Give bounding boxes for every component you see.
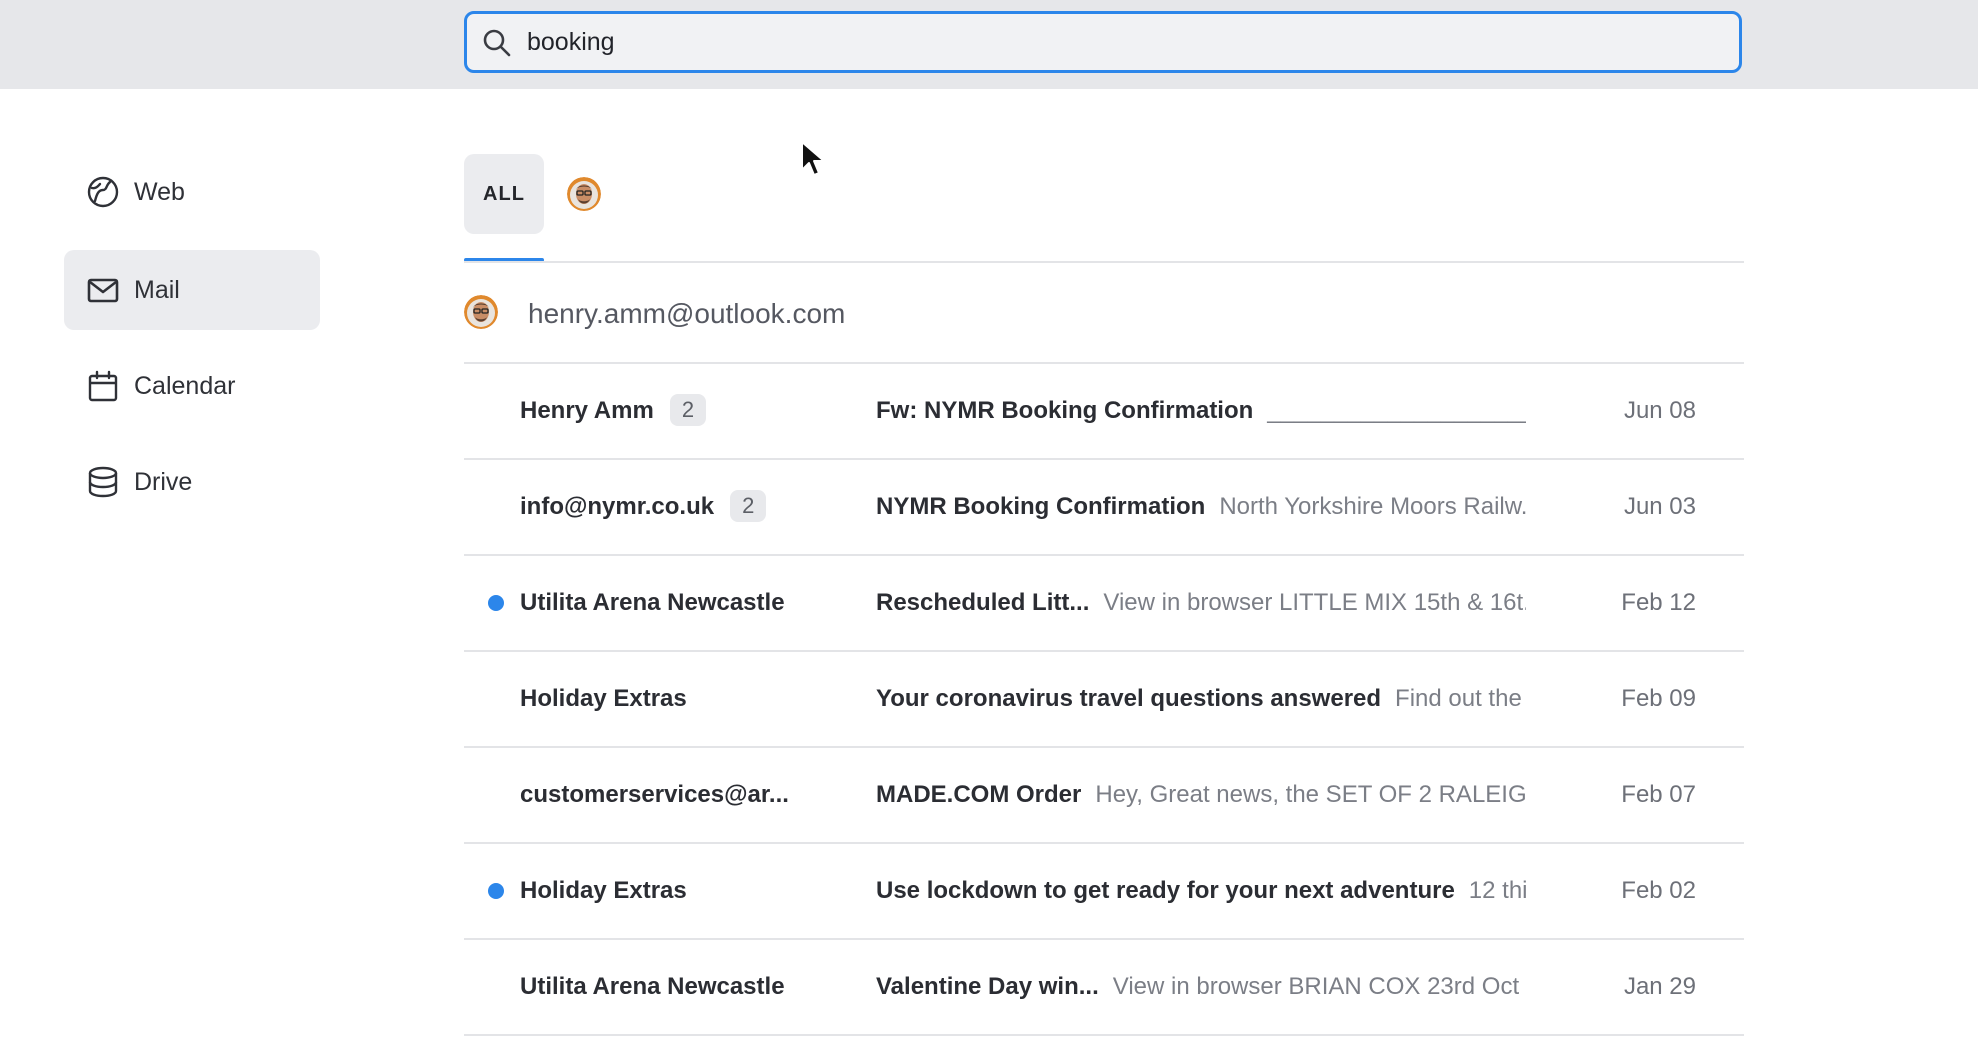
tabs-divider xyxy=(464,261,1744,263)
mail-date: Jun 03 xyxy=(1623,493,1696,520)
mail-icon xyxy=(87,278,119,303)
sender-cell: info@nymr.co.uk 2 xyxy=(520,460,767,554)
mail-date: Jun 08 xyxy=(1623,397,1696,424)
sender-name: Holiday Extras xyxy=(520,877,687,904)
mail-subject: MADE.COM Order xyxy=(876,781,1082,808)
sender-cell: Holiday Extras xyxy=(520,652,687,746)
mail-subject: Rescheduled Litt... xyxy=(876,589,1090,616)
mail-date: Feb 07 xyxy=(1621,781,1696,808)
account-avatar xyxy=(464,295,498,334)
sender-name: Holiday Extras xyxy=(520,685,687,712)
mail-row[interactable]: Henry Amm 2 Fw: NYMR Booking Confirmation… xyxy=(464,364,1744,460)
mail-date: Feb 02 xyxy=(1621,877,1696,904)
mail-snippet: View in browser BRIAN COX 23rd Oct ... xyxy=(1112,973,1526,1000)
mail-subject: Fw: NYMR Booking Confirmation xyxy=(876,397,1254,424)
database-icon xyxy=(88,466,118,498)
mail-snippet: ________________________... xyxy=(1267,397,1526,424)
mail-row[interactable]: Utilita Arena Newcastle Rescheduled Litt… xyxy=(464,556,1744,652)
subject-cell: Use lockdown to get ready for your next … xyxy=(876,844,1526,938)
subject-cell: Valentine Day win... View in browser BRIA… xyxy=(876,940,1526,1034)
unread-indicator xyxy=(488,595,504,611)
thread-count-badge: 2 xyxy=(669,393,707,426)
sender-name: Utilita Arena Newcastle xyxy=(520,973,785,1000)
sender-cell: Holiday Extras xyxy=(520,844,687,938)
thread-count-badge: 2 xyxy=(730,489,767,522)
mail-list: Henry Amm 2 Fw: NYMR Booking Confirmation… xyxy=(464,364,1744,1036)
mail-row[interactable]: Holiday Extras Your coronavirus travel q… xyxy=(464,652,1744,748)
sender-name: Henry Amm xyxy=(520,397,654,424)
mail-subject: Valentine Day win... xyxy=(876,973,1099,1000)
search-icon xyxy=(483,29,511,57)
sender-cell: Utilita Arena Newcastle xyxy=(520,940,785,1034)
avatar xyxy=(464,295,498,329)
subject-cell: MADE.COM Order Hey, Great news, the SET O… xyxy=(876,748,1526,842)
sidebar-item-label: Calendar xyxy=(134,371,236,400)
mail-row[interactable]: info@nymr.co.uk 2 NYMR Booking Confirmati… xyxy=(464,460,1744,556)
sidebar-item-drive[interactable]: Drive xyxy=(64,442,320,522)
unread-indicator xyxy=(488,883,504,899)
sidebar-item-calendar[interactable]: Calendar xyxy=(64,346,320,426)
mail-row[interactable]: Holiday Extras Use lockdown to get ready… xyxy=(464,844,1744,940)
tab-all-label: ALL xyxy=(483,182,525,205)
sidebar-item-label: Mail xyxy=(134,275,180,304)
mail-subject: Use lockdown to get ready for your next … xyxy=(876,877,1455,904)
sender-cell: customerservices@ar... xyxy=(520,748,789,842)
sidebar-item-web[interactable]: Web xyxy=(64,152,320,232)
avatar xyxy=(567,177,601,211)
mail-date: Feb 09 xyxy=(1621,685,1696,712)
sidebar-item-mail[interactable]: Mail xyxy=(64,250,320,330)
sidebar-item-label: Web xyxy=(134,177,185,206)
subject-cell: NYMR Booking Confirmation North Yorkshire… xyxy=(876,460,1526,554)
calendar-icon xyxy=(88,370,118,402)
subject-cell: Your coronavirus travel questions answer… xyxy=(876,652,1526,746)
sender-name: customerservices@ar... xyxy=(520,781,789,808)
subject-cell: Fw: NYMR Booking Confirmation ___________… xyxy=(876,364,1526,458)
mail-row[interactable]: customerservices@ar... MADE.COM Order Hey… xyxy=(464,748,1744,844)
mail-snippet: Find out the l... xyxy=(1395,685,1526,712)
mail-row[interactable]: Utilita Arena Newcastle Valentine Day wi… xyxy=(464,940,1744,1036)
account-email: henry.amm@outlook.com xyxy=(528,298,846,329)
tab-account-avatar[interactable] xyxy=(567,177,601,216)
mail-date: Jan 29 xyxy=(1623,973,1696,1000)
mail-subject: NYMR Booking Confirmation xyxy=(876,493,1206,520)
search-box[interactable] xyxy=(464,11,1742,73)
mail-snippet: North Yorkshire Moors Railw... xyxy=(1219,493,1526,520)
mail-snippet: View in browser LITTLE MIX 15th & 16t... xyxy=(1103,589,1526,616)
tab-all[interactable]: ALL xyxy=(464,154,544,234)
sidebar-item-label: Drive xyxy=(134,467,193,496)
sender-name: info@nymr.co.uk xyxy=(520,493,715,520)
account-header: henry.amm@outlook.com xyxy=(464,288,1744,362)
globe-icon xyxy=(87,176,119,208)
mail-date: Feb 12 xyxy=(1621,589,1696,616)
mail-subject: Your coronavirus travel questions answer… xyxy=(876,685,1382,712)
mouse-cursor-icon xyxy=(801,141,825,176)
sender-name: Utilita Arena Newcastle xyxy=(520,589,785,616)
sender-cell: Utilita Arena Newcastle xyxy=(520,556,785,650)
mail-snippet: Hey, Great news, the SET OF 2 RALEIG... xyxy=(1095,781,1526,808)
subject-cell: Rescheduled Litt... View in browser LITTL… xyxy=(876,556,1526,650)
mail-snippet: 12 thin... xyxy=(1468,877,1526,904)
top-bar xyxy=(0,0,1978,89)
sender-cell: Henry Amm 2 xyxy=(520,364,707,458)
search-input[interactable] xyxy=(527,14,1707,70)
